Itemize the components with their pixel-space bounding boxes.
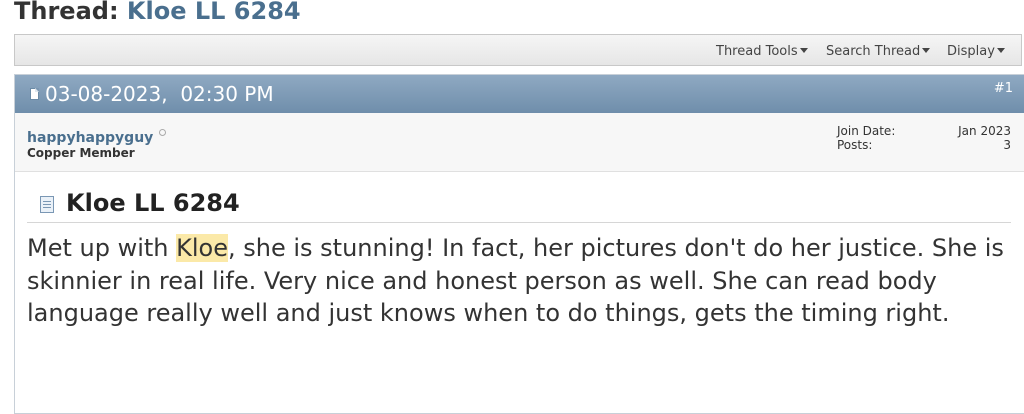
search-thread-menu[interactable]: Search Thread <box>826 44 931 59</box>
thread-tools-label: Thread Tools <box>716 44 798 59</box>
title-divider <box>27 222 1011 223</box>
post-title: Kloe LL 6284 <box>66 189 240 217</box>
join-date-value: Jan 2023 <box>958 124 1011 138</box>
post-body: Kloe LL 6284 Met up with Kloe, she is st… <box>15 172 1024 413</box>
chevron-down-icon <box>922 48 931 53</box>
offline-status-icon <box>159 129 167 136</box>
user-title: Copper Member <box>27 146 135 160</box>
post-date: 03-08-2023, 02:30 PM <box>45 82 274 106</box>
post-container: 03-08-2023, 02:30 PM #1 happyhappyguy Co… <box>14 74 1024 414</box>
user-info-panel: happyhappyguy Copper Member Join Date: J… <box>15 113 1024 172</box>
post-date-value: 03-08-2023, <box>45 82 168 106</box>
join-date-label: Join Date: <box>837 124 896 138</box>
chevron-down-icon <box>996 48 1005 53</box>
chevron-down-icon <box>799 48 808 53</box>
post-number-link[interactable]: #1 <box>994 81 1013 96</box>
posts-label: Posts: <box>837 138 873 152</box>
display-menu[interactable]: Display <box>947 44 1005 59</box>
document-icon <box>40 196 54 213</box>
post-message: Met up with Kloe, she is stunning! In fa… <box>27 232 1012 330</box>
search-thread-label: Search Thread <box>826 44 921 59</box>
message-prefix: Met up with <box>27 234 177 262</box>
username-link[interactable]: happyhappyguy <box>27 130 153 146</box>
posts-count: 3 <box>1003 138 1011 152</box>
thread-label: Thread: <box>14 0 119 25</box>
display-label: Display <box>947 44 995 59</box>
thread-tools-menu[interactable]: Thread Tools <box>716 44 808 59</box>
thread-toolbar: Thread Tools Search Thread Display <box>14 34 1022 66</box>
thread-title: Thread: Kloe LL 6284 <box>14 0 301 25</box>
post-time: 02:30 PM <box>180 82 274 106</box>
post-old-icon <box>30 88 39 100</box>
username: happyhappyguy <box>27 129 167 146</box>
post-header: 03-08-2023, 02:30 PM #1 <box>15 75 1024 114</box>
thread-title-link[interactable]: Kloe LL 6284 <box>127 0 301 25</box>
highlighted-term: Kloe <box>176 234 228 262</box>
